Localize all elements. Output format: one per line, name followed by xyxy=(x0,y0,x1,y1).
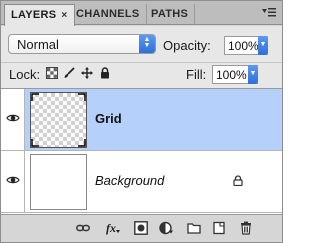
layer-thumbnail xyxy=(30,154,87,210)
layer-row-grid[interactable]: Grid xyxy=(1,89,282,151)
fill-field[interactable]: 100% ▼ xyxy=(212,65,258,84)
opacity-value: 100% xyxy=(228,39,259,53)
close-icon[interactable]: × xyxy=(61,10,67,21)
adjustment-layer-icon[interactable] xyxy=(159,221,173,235)
tab-layers-label: LAYERS xyxy=(11,9,57,21)
blend-mode-select[interactable]: Normal ▲ ▼ xyxy=(8,34,156,54)
layer-thumbnail xyxy=(30,92,87,148)
panel-tab-bar: LAYERS × CHANNELS PATHS xyxy=(1,1,282,26)
chevron-down-icon[interactable]: ▼ xyxy=(248,65,258,84)
tab-paths[interactable]: PATHS xyxy=(145,4,196,25)
svg-text:fx: fx xyxy=(106,221,116,235)
layers-panel: LAYERS × CHANNELS PATHS Normal ▲ ▼ Opacity… xyxy=(0,0,283,243)
visibility-toggle[interactable] xyxy=(1,89,25,150)
fill-value: 100% xyxy=(216,68,247,82)
lock-all-icon[interactable] xyxy=(99,67,111,79)
visibility-toggle[interactable] xyxy=(1,151,25,212)
opacity-label: Opacity: xyxy=(163,38,211,53)
fx-icon[interactable]: fx xyxy=(106,221,120,235)
lock-icon xyxy=(233,175,243,186)
layer-row-background[interactable]: Background xyxy=(1,151,282,213)
tab-paths-label: PATHS xyxy=(151,8,189,20)
chevron-down-icon[interactable]: ▼ xyxy=(258,36,268,55)
eye-icon xyxy=(6,114,20,122)
tab-channels[interactable]: CHANNELS xyxy=(70,4,147,25)
opacity-field[interactable]: 100% ▼ xyxy=(224,36,268,55)
layers-list: Grid Background xyxy=(1,88,282,214)
eye-icon xyxy=(6,176,20,184)
layer-name[interactable]: Background xyxy=(95,173,164,188)
new-layer-icon[interactable] xyxy=(212,221,226,235)
up-down-arrows-icon: ▲ ▼ xyxy=(139,35,155,53)
tab-layers[interactable]: LAYERS × xyxy=(4,4,75,26)
panel-menu-icon[interactable] xyxy=(262,7,276,19)
delete-layer-icon[interactable] xyxy=(239,221,253,235)
blend-mode-value: Normal xyxy=(17,37,59,52)
selection-corner-brackets xyxy=(31,93,86,147)
lock-position-icon[interactable] xyxy=(81,67,93,79)
layer-name[interactable]: Grid xyxy=(95,111,122,126)
lock-transparent-pixels-icon[interactable] xyxy=(46,67,58,79)
layer-mask-icon[interactable] xyxy=(134,221,148,235)
tab-channels-label: CHANNELS xyxy=(76,8,140,20)
link-layers-icon[interactable] xyxy=(76,221,90,235)
new-group-icon[interactable] xyxy=(187,221,201,235)
lock-label: Lock: xyxy=(9,67,41,82)
lock-image-pixels-icon[interactable] xyxy=(63,67,75,79)
fill-label: Fill: xyxy=(186,67,207,82)
